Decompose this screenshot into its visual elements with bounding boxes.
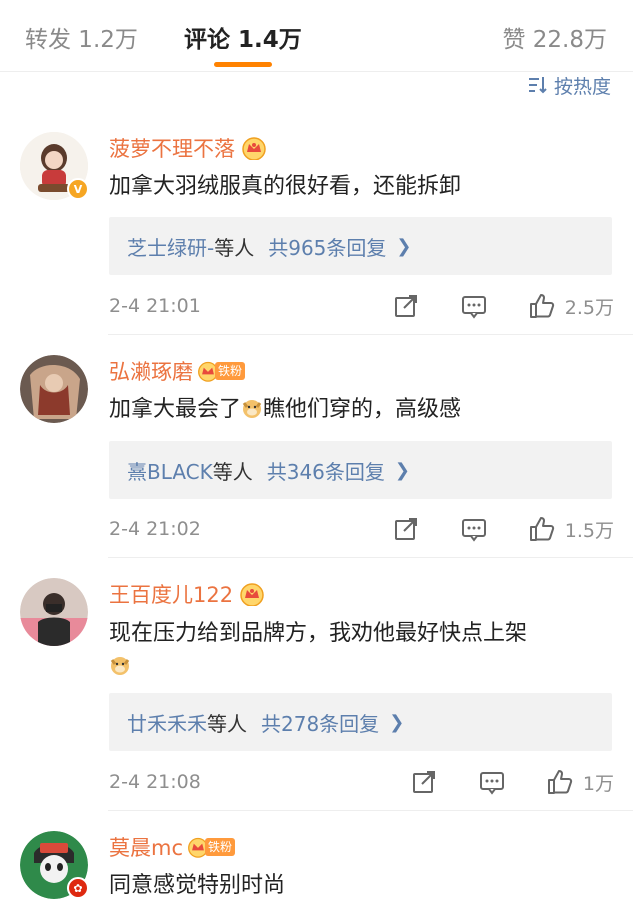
replies-preview[interactable]: 熹BLACK 等人 共346条回复 ❯ bbox=[109, 441, 612, 499]
avatar[interactable] bbox=[20, 578, 88, 646]
avatar[interactable] bbox=[20, 355, 88, 423]
share-icon[interactable] bbox=[393, 293, 419, 319]
like-count: 2.5万 bbox=[564, 296, 614, 319]
reply-etc-label: 等人 bbox=[207, 711, 247, 736]
share-icon[interactable] bbox=[393, 516, 419, 542]
thumbs-up-icon bbox=[547, 770, 573, 794]
divider bbox=[108, 334, 633, 335]
comment-tabs: 转发 1.2万 评论 1.4万 赞 22.8万 bbox=[0, 0, 633, 72]
fan-tag: 铁粉 bbox=[215, 362, 246, 380]
comment-text-part: 现在压力给到品牌方，我劝他最好快点上架 bbox=[109, 621, 528, 646]
avatar[interactable]: V bbox=[20, 132, 89, 200]
reply-count[interactable]: 共346条回复 bbox=[267, 456, 385, 485]
reply-etc-label: 等人 bbox=[214, 235, 255, 260]
comment-text-part: 瞧他们穿的，高级感 bbox=[263, 397, 462, 422]
thumbs-up-icon bbox=[529, 294, 554, 318]
reply-icon[interactable] bbox=[479, 769, 505, 795]
reply-etc-label: 等人 bbox=[212, 459, 253, 484]
reply-icon[interactable] bbox=[461, 516, 487, 542]
like-button[interactable]: 2.5万 bbox=[529, 293, 614, 320]
chevron-right-icon: ❯ bbox=[394, 459, 411, 481]
doge-emoji-icon bbox=[242, 400, 262, 418]
like-button[interactable]: 1.5万 bbox=[529, 516, 614, 543]
username[interactable]: 菠萝不理不落 bbox=[109, 133, 235, 163]
comment-text: 加拿大最会了 瞧他们穿的，高级感 bbox=[109, 393, 619, 426]
thumbs-up-icon bbox=[529, 517, 554, 541]
share-icon[interactable] bbox=[411, 769, 437, 795]
reply-user-names[interactable]: 廿禾禾禾 bbox=[127, 708, 207, 737]
verified-icon: V bbox=[67, 178, 89, 200]
comment-text: 同意感觉特别时尚 bbox=[109, 873, 286, 898]
reply-user-names[interactable]: 熹BLACK bbox=[127, 456, 213, 485]
reply-count[interactable]: 共278条回复 bbox=[261, 708, 379, 737]
reply-count[interactable]: 共965条回复 bbox=[268, 232, 386, 261]
comment-text-part: 加拿大最会了 bbox=[109, 397, 242, 422]
sort-label: 按热度 bbox=[553, 75, 611, 98]
hong-kong-flag-icon: ✿ bbox=[67, 877, 89, 899]
username[interactable]: 王百度儿122 bbox=[109, 579, 233, 609]
like-button[interactable]: 1万 bbox=[547, 769, 614, 796]
like-count: 1.5万 bbox=[564, 519, 614, 542]
reply-icon[interactable] bbox=[461, 293, 487, 319]
chevron-right-icon: ❯ bbox=[389, 711, 405, 733]
comment-text: 加拿大羽绒服真的很好看，还能拆卸 bbox=[109, 174, 462, 199]
replies-preview[interactable]: 芝士绿研- 等人 共965条回复 ❯ bbox=[109, 217, 612, 275]
sort-button[interactable]: 按热度 bbox=[528, 72, 611, 98]
username[interactable]: 弘濑琢磨 bbox=[109, 356, 193, 386]
comment-time: 2-4 21:02 bbox=[109, 518, 201, 540]
chevron-right-icon: ❯ bbox=[396, 235, 412, 257]
avatar[interactable]: ✿ bbox=[20, 831, 89, 899]
sort-icon bbox=[528, 77, 547, 94]
fan-badge: 铁粉 bbox=[187, 837, 236, 858]
reply-user-names[interactable]: 芝士绿研- bbox=[127, 232, 214, 261]
divider bbox=[108, 557, 633, 558]
tab-repost[interactable]: 转发 1.2万 bbox=[25, 20, 138, 54]
doge-emoji-icon bbox=[110, 657, 130, 675]
tab-likes[interactable]: 赞 22.8万 bbox=[502, 20, 607, 54]
username[interactable]: 莫晨mc bbox=[109, 832, 183, 862]
replies-preview[interactable]: 廿禾禾禾 等人 共278条回复 ❯ bbox=[109, 693, 612, 751]
crown-badge-icon bbox=[242, 137, 266, 160]
fan-tag: 铁粉 bbox=[205, 838, 236, 856]
crown-badge-icon bbox=[240, 583, 264, 606]
comment-text: 现在压力给到品牌方，我劝他最好快点上架 bbox=[109, 617, 619, 683]
like-count: 1万 bbox=[582, 772, 614, 795]
divider bbox=[108, 810, 633, 811]
comment-time: 2-4 21:08 bbox=[109, 771, 201, 793]
comment-time: 2-4 21:01 bbox=[109, 295, 201, 317]
active-tab-indicator bbox=[214, 62, 272, 67]
fan-badge: 铁粉 bbox=[197, 361, 246, 382]
